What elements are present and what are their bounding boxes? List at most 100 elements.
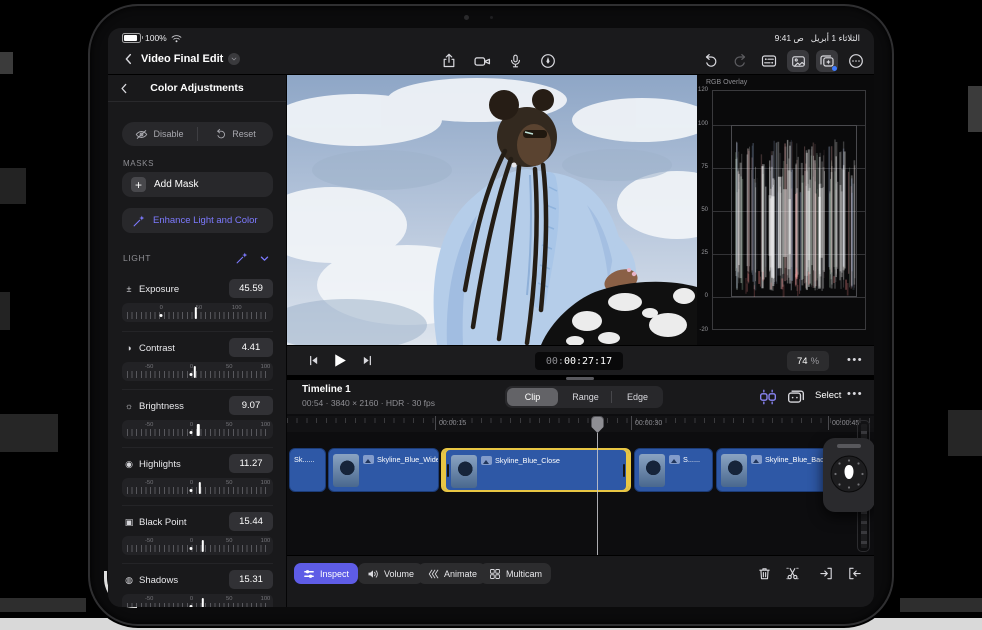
add-mask-button[interactable]: + Add Mask	[122, 172, 273, 197]
photo-icon	[363, 455, 374, 464]
contrast-value[interactable]: 4.41	[229, 338, 273, 357]
slider-black-point: ▣ Black Point 15.44 -50 0 50 100	[122, 505, 273, 564]
share-button[interactable]	[438, 50, 460, 72]
timeline-pane: Timeline 1 00:54 · 3840 × 2160 · HDR · 3…	[287, 380, 874, 607]
timeline-more-button[interactable]: •••	[847, 388, 863, 400]
project-menu-chevron[interactable]	[228, 53, 241, 65]
inspector-button[interactable]	[758, 50, 780, 72]
panel-header: Color Adjustments	[108, 75, 286, 102]
video-preview[interactable]	[287, 75, 697, 345]
viewer-zoom-control[interactable]: 74%	[787, 351, 829, 371]
brightness-slider[interactable]: -50 0 50 100	[122, 420, 273, 439]
more-button[interactable]	[845, 50, 867, 72]
black-point-value[interactable]: 15.44	[229, 512, 273, 531]
timeline-ruler[interactable]: 00:00:15 00:00:30 00:00:45	[287, 416, 874, 432]
playhead-line	[597, 424, 598, 555]
timeline-clip-selected[interactable]: Skyline_Blue_Close	[441, 448, 631, 492]
play-button[interactable]	[331, 352, 348, 374]
battery-percent: 100%	[145, 33, 167, 43]
highlights-value[interactable]: 11.27	[229, 454, 273, 473]
connected-clip-button[interactable]	[787, 388, 805, 411]
top-toolbar: Video Final Edit	[108, 48, 874, 75]
timeline-clip[interactable]: Sk......	[289, 448, 326, 492]
magnetic-timeline-button[interactable]	[759, 388, 777, 411]
jog-dial[interactable]	[829, 454, 869, 494]
black-point-slider[interactable]: -50 0 50 100	[122, 536, 273, 555]
highlights-icon: ◉	[125, 458, 133, 469]
magic-wand-icon	[133, 215, 145, 226]
backdrop-fragment	[968, 86, 982, 132]
timeline-header: Timeline 1 00:54 · 3840 × 2160 · HDR · 3…	[287, 380, 874, 414]
slider-brightness: ☼ Brightness 9.07 -50 0 50 100	[122, 389, 273, 448]
animate-button[interactable]: Animate	[418, 563, 487, 584]
backdrop-fragment	[0, 414, 58, 452]
insert-clip-button[interactable]	[817, 564, 835, 582]
skip-to-start-button[interactable]	[307, 354, 320, 372]
ipad-device-frame: 100% 9:41 ص الثلاثاء 1 أبريل Video Final…	[88, 4, 894, 626]
contrast-slider[interactable]: -50 0 50 100	[122, 362, 273, 381]
shadows-slider[interactable]: -50 0 50 100	[122, 594, 273, 607]
waveform-trace	[735, 139, 856, 297]
multicam-button[interactable]: Multicam	[480, 563, 552, 584]
skip-to-end-button[interactable]	[361, 354, 374, 372]
light-wand-icon[interactable]	[235, 251, 249, 265]
project-title[interactable]: Video Final Edit	[141, 53, 223, 65]
select-tool-button[interactable]: Select	[815, 390, 841, 401]
photo-icon	[751, 455, 762, 464]
enhance-light-color-button[interactable]: Enhance Light and Color	[122, 208, 273, 233]
effects-button[interactable]	[816, 50, 838, 72]
exposure-value[interactable]: 45.59	[229, 279, 273, 298]
reset-button[interactable]: Reset	[198, 122, 273, 146]
inspect-button[interactable]: Inspect	[294, 563, 359, 584]
camera-button[interactable]	[471, 50, 493, 72]
reset-icon	[217, 128, 226, 139]
brightness-value[interactable]: 9.07	[229, 396, 273, 415]
volume-button[interactable]: Volume	[358, 563, 424, 584]
shadows-value[interactable]: 15.31	[229, 570, 273, 589]
app-screen: 100% 9:41 ص الثلاثاء 1 أبريل Video Final…	[108, 28, 874, 607]
plus-icon: +	[131, 177, 146, 192]
exposure-slider[interactable]: 0 50 100	[122, 303, 273, 322]
mode-clip[interactable]: Clip	[507, 388, 558, 406]
photo-icon	[481, 456, 492, 465]
light-collapse-chevron[interactable]	[259, 253, 270, 264]
disable-button[interactable]: Disable	[122, 122, 197, 146]
panel-title: Color Adjustments	[150, 82, 244, 94]
preview-frame-illustration	[287, 75, 697, 345]
backdrop-fragment	[900, 598, 982, 612]
timeline-clip[interactable]: S......	[634, 448, 713, 492]
jog-wheel[interactable]	[823, 438, 874, 512]
delete-button[interactable]	[755, 564, 773, 582]
jog-grip[interactable]	[837, 444, 861, 448]
backdrop-fragment	[0, 168, 26, 204]
back-chevron-icon[interactable]	[122, 52, 136, 66]
media-browser-button[interactable]	[787, 50, 809, 72]
light-label: LIGHT	[123, 253, 152, 263]
clip-thumbnail	[639, 454, 665, 487]
trim-handle-right[interactable]	[623, 464, 625, 477]
light-section-header: LIGHT	[123, 251, 273, 267]
timeline-clip[interactable]: Skyline_Blue_Wide	[328, 448, 439, 492]
timecode-display[interactable]: 00: 00:27:17	[535, 352, 623, 370]
mode-edge[interactable]: Edge	[612, 388, 663, 406]
clip-thumbnail	[333, 454, 359, 487]
marker-tool-button[interactable]	[537, 50, 559, 72]
clip-thumbnail	[721, 454, 747, 487]
status-bar: 100% 9:41 ص الثلاثاء 1 أبريل	[108, 28, 874, 48]
viewer-more-button[interactable]: •••	[847, 354, 863, 366]
status-time: 9:41 ص	[774, 33, 804, 43]
undo-button[interactable]	[700, 50, 722, 72]
shadows-icon: ◍	[125, 574, 133, 585]
timeline-toolbar: Inspect Volume Animate Multicam	[287, 555, 874, 607]
microphone-button[interactable]	[504, 50, 526, 72]
mode-range[interactable]: Range	[560, 388, 611, 406]
blade-cut-button[interactable]	[783, 564, 801, 582]
clip-thumbnail	[451, 455, 477, 488]
overwrite-clip-button[interactable]	[845, 564, 863, 582]
contrast-icon: ◑	[126, 343, 132, 353]
trim-handle-left[interactable]	[447, 464, 449, 477]
timeline-tracks: Sk...... Skyline_Blue_Wide Skyline_Blue_…	[287, 432, 874, 597]
redo-button[interactable]	[729, 50, 751, 72]
highlights-slider[interactable]: -50 0 50 100	[122, 478, 273, 497]
backdrop-fragment	[948, 410, 982, 456]
